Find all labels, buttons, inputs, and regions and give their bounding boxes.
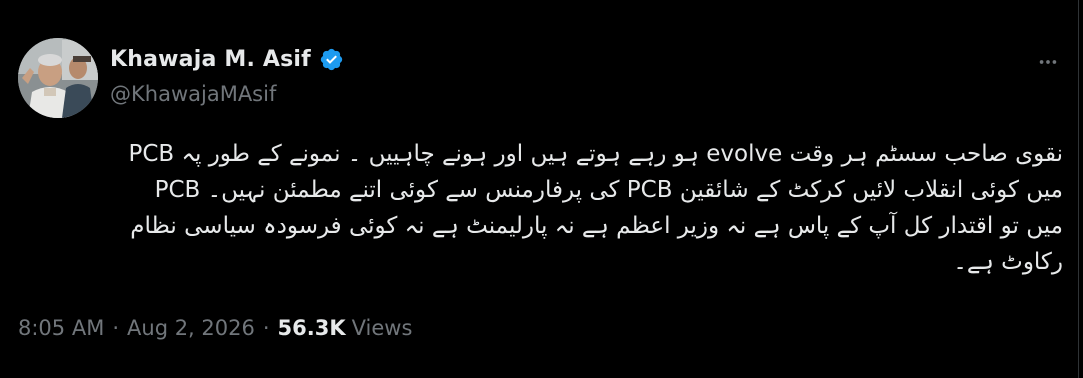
tweet-time[interactable]: 8:05 AM bbox=[18, 316, 104, 340]
views-count[interactable]: 56.3K bbox=[278, 316, 346, 340]
tweet-card: Khawaja M. Asif @KhawajaMAsif نقوی صاحب … bbox=[0, 0, 1083, 378]
tweet-metadata: 8:05 AM · Aug 2, 2026 · 56.3K Views bbox=[18, 312, 412, 344]
name-row: Khawaja M. Asif bbox=[110, 42, 344, 76]
tweet-text-line: رکاوٹ ہے۔ bbox=[953, 249, 1063, 275]
author-handle[interactable]: @KhawajaMAsif bbox=[110, 82, 344, 106]
meta-separator: · bbox=[262, 316, 270, 340]
tweet-text-line: نقوی صاحب سسٹم ہر وقت evolve ہو رہے ہوتے… bbox=[128, 141, 1063, 167]
more-options-button[interactable] bbox=[1030, 44, 1066, 80]
tweet-date[interactable]: Aug 2, 2026 bbox=[127, 316, 255, 340]
column-divider bbox=[1078, 0, 1079, 378]
tweet-header: Khawaja M. Asif @KhawajaMAsif bbox=[18, 38, 1068, 118]
tweet-text: نقوی صاحب سسٹم ہر وقت evolve ہو رہے ہوتے… bbox=[18, 136, 1063, 316]
author-display-name[interactable]: Khawaja M. Asif bbox=[110, 47, 311, 72]
verified-badge-icon[interactable] bbox=[319, 47, 344, 72]
more-horizontal-icon bbox=[1039, 60, 1057, 64]
avatar-photo bbox=[18, 38, 98, 118]
tweet-text-line: میں کوئی انقلاب لائیں کرکٹ کے شائقین PCB… bbox=[154, 177, 1063, 203]
meta-separator: · bbox=[112, 316, 120, 340]
author-info: Khawaja M. Asif @KhawajaMAsif bbox=[110, 42, 344, 106]
views-label[interactable]: Views bbox=[352, 316, 413, 340]
tweet-text-line: میں تو اقتدار کل آپ کے پاس ہے نہ وزیر اع… bbox=[130, 213, 1063, 239]
author-avatar[interactable] bbox=[18, 38, 98, 118]
